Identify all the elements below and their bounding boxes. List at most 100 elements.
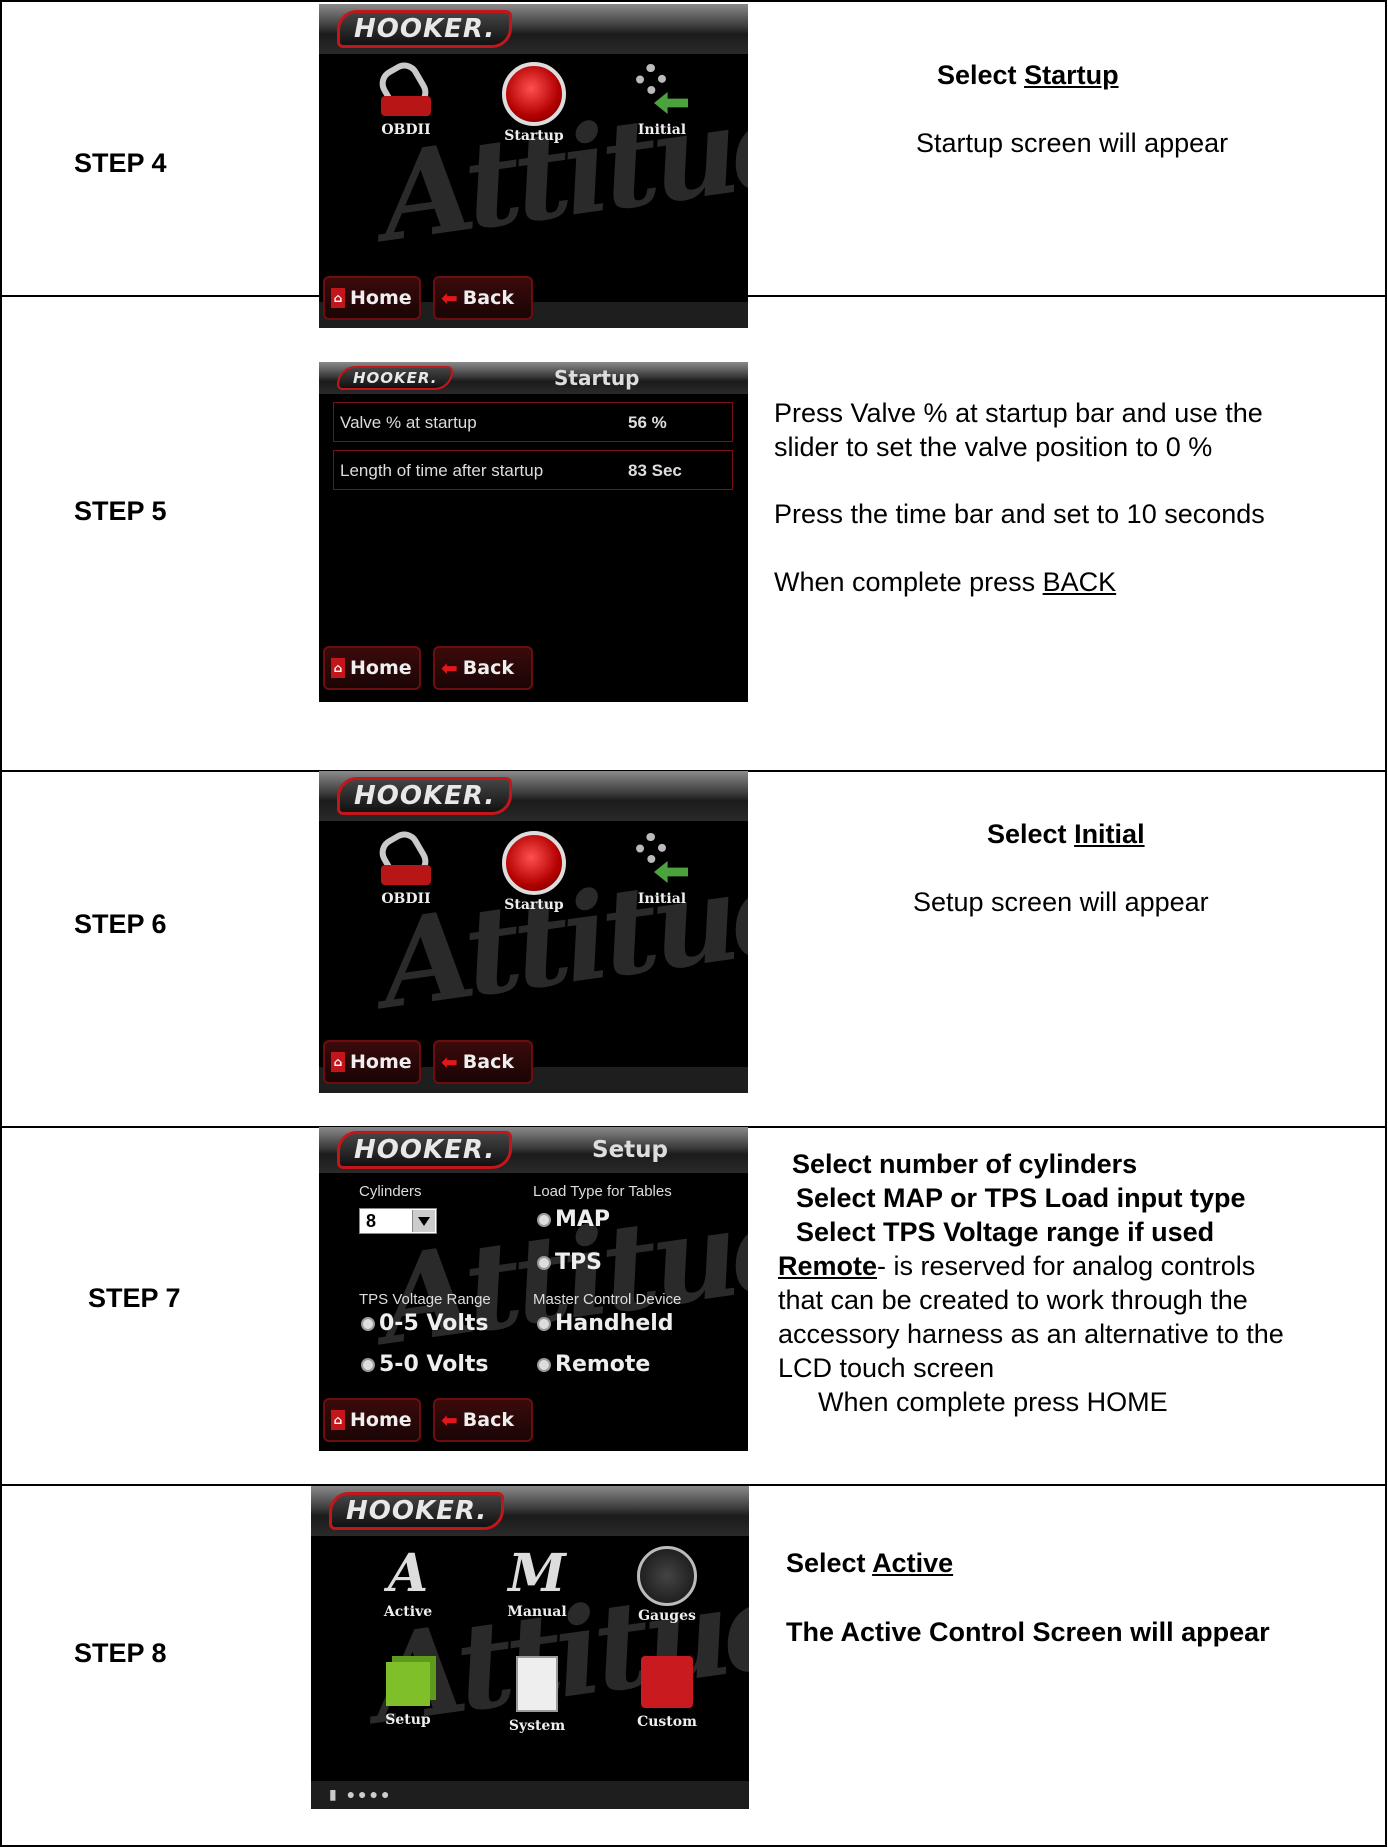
cylinders-label: Cylinders bbox=[359, 1183, 422, 1200]
menu-label: Active bbox=[383, 1604, 433, 1620]
row-divider bbox=[0, 0, 1387, 2]
radio-label: 0-5 Volts bbox=[379, 1311, 489, 1336]
home-button[interactable]: ⌂ Home bbox=[323, 1040, 421, 1084]
initial-menu-item[interactable]: Initial bbox=[617, 831, 707, 907]
map-radio[interactable]: MAP bbox=[537, 1207, 610, 1232]
back-arrow-icon: ⬅ bbox=[441, 286, 458, 310]
setup-menu-item[interactable]: Setup bbox=[363, 1652, 453, 1728]
bar-label: Valve % at startup bbox=[340, 413, 477, 432]
menu-label: System bbox=[508, 1718, 566, 1734]
chain-icon bbox=[377, 831, 435, 889]
device-screen-main-menu: Attitude HOOKER. OBDII Startup Initial ⌂… bbox=[319, 4, 748, 328]
obdii-menu-item[interactable]: OBDII bbox=[361, 62, 451, 138]
initial-link-text: Initial bbox=[1074, 819, 1145, 849]
cylinders-value: 8 bbox=[366, 1211, 377, 1231]
step-label: STEP 4 bbox=[74, 148, 167, 178]
home-label: Home bbox=[350, 657, 412, 679]
hooker-logo: HOOKER. bbox=[337, 10, 513, 48]
device-screen-startup: HOOKER. Startup Valve % at startup 56 % … bbox=[319, 362, 748, 702]
menu-label: OBDII bbox=[381, 891, 431, 907]
back-button[interactable]: ⬅ Back bbox=[433, 1398, 533, 1442]
time-after-startup-bar[interactable]: Length of time after startup 83 Sec bbox=[333, 450, 733, 490]
back-button[interactable]: ⬅ Back bbox=[433, 276, 533, 320]
step7-line2: Select MAP or TPS Load input type bbox=[796, 1183, 1246, 1213]
radio-label: Remote bbox=[555, 1352, 651, 1377]
bar-value: 83 Sec bbox=[628, 461, 682, 480]
step7-line3: Select TPS Voltage range if used bbox=[796, 1217, 1215, 1247]
master-control-label: Master Control Device bbox=[533, 1291, 682, 1308]
device-screen-home: Attitude HOOKER. A Active M Manual Gauge… bbox=[311, 1486, 749, 1809]
screen-title: Startup bbox=[554, 366, 640, 390]
remote-radio[interactable]: Remote bbox=[537, 1352, 650, 1377]
steps-table: STEP 4 Attitude HOOKER. OBDII Startup In… bbox=[0, 0, 1387, 1847]
step7-line7: LCD touch screen bbox=[778, 1353, 995, 1383]
menu-label: Manual bbox=[507, 1604, 567, 1620]
home-button[interactable]: ⌂ Home bbox=[323, 646, 421, 690]
gauge-icon bbox=[637, 1546, 697, 1606]
page-indicator-dots: ▮ ●●●● bbox=[329, 1786, 393, 1802]
menu-label: Gauges bbox=[638, 1608, 696, 1624]
home-button[interactable]: ⌂ Home bbox=[323, 1398, 421, 1442]
radio-label: TPS bbox=[555, 1250, 602, 1275]
menu-label: Custom bbox=[637, 1714, 697, 1730]
back-arrow-icon: ⬅ bbox=[441, 656, 458, 680]
valve-startup-bar[interactable]: Valve % at startup 56 % bbox=[333, 402, 733, 442]
chevron-down-icon bbox=[412, 1210, 435, 1232]
radio-label: 5-0 Volts bbox=[379, 1352, 489, 1377]
step4-note: Startup screen will appear bbox=[916, 128, 1229, 158]
startup-link-text: Startup bbox=[1024, 60, 1119, 90]
screen-title: Setup bbox=[592, 1137, 668, 1163]
hooker-logo: HOOKER. bbox=[337, 366, 454, 390]
step6-select-text: Select Initial bbox=[987, 817, 1145, 851]
load-type-label: Load Type for Tables bbox=[533, 1183, 672, 1200]
system-menu-item[interactable]: System bbox=[492, 1652, 582, 1734]
range-0-5-radio[interactable]: 0-5 Volts bbox=[361, 1311, 489, 1336]
home-label: Home bbox=[350, 287, 412, 309]
home-label: Home bbox=[350, 1409, 412, 1431]
radio-icon bbox=[537, 1358, 551, 1372]
remote-word: Remote bbox=[778, 1251, 878, 1281]
initial-menu-item[interactable]: Initial bbox=[617, 62, 707, 138]
step-label: STEP 7 bbox=[88, 1283, 181, 1313]
radio-icon bbox=[361, 1358, 375, 1372]
select-prefix: Select bbox=[987, 819, 1075, 849]
step5-line1: Press Valve % at startup bar and use the bbox=[774, 398, 1263, 428]
custom-folder-icon bbox=[641, 1656, 693, 1708]
tps-radio[interactable]: TPS bbox=[537, 1250, 602, 1275]
step7-line8: When complete press HOME bbox=[818, 1387, 1168, 1417]
gauges-menu-item[interactable]: Gauges bbox=[622, 1546, 712, 1624]
select-prefix: Select bbox=[786, 1548, 873, 1578]
back-arrow-icon: ⬅ bbox=[441, 1050, 458, 1074]
step5-line2: slider to set the valve position to 0 % bbox=[774, 432, 1213, 462]
active-menu-item[interactable]: A Active bbox=[363, 1546, 453, 1621]
back-button[interactable]: ⬅ Back bbox=[433, 1040, 533, 1084]
hooker-logo: HOOKER. bbox=[337, 777, 513, 815]
gears-icon bbox=[632, 62, 692, 120]
startup-menu-item[interactable]: Startup bbox=[489, 831, 579, 913]
step8-note: The Active Control Screen will appear bbox=[786, 1617, 1270, 1647]
select-prefix: Select bbox=[937, 60, 1025, 90]
home-button[interactable]: ⌂ Home bbox=[323, 276, 421, 320]
step7-line4: Remote- is reserved for analog controls bbox=[778, 1249, 1255, 1283]
obdii-menu-item[interactable]: OBDII bbox=[361, 831, 451, 907]
startup-menu-item[interactable]: Startup bbox=[489, 62, 579, 144]
back-label: Back bbox=[462, 1409, 514, 1431]
step4-select-text: Select Startup bbox=[937, 58, 1119, 92]
radio-icon bbox=[537, 1213, 551, 1227]
handheld-radio[interactable]: Handheld bbox=[537, 1311, 674, 1336]
document-icon bbox=[516, 1656, 558, 1712]
step8-select-text: Select Active bbox=[786, 1546, 953, 1580]
step7-line5: that can be created to work through the bbox=[778, 1285, 1248, 1315]
setup-green-icon bbox=[386, 1662, 430, 1706]
back-label: Back bbox=[462, 287, 514, 309]
range-5-0-radio[interactable]: 5-0 Volts bbox=[361, 1352, 489, 1377]
screen-header: HOOKER. Setup bbox=[319, 1127, 748, 1173]
cylinders-select[interactable]: 8 bbox=[359, 1208, 437, 1234]
step5-line4: When complete press BACK bbox=[774, 565, 1116, 599]
manual-menu-item[interactable]: M Manual bbox=[492, 1546, 582, 1621]
back-label: Back bbox=[462, 657, 514, 679]
menu-label: Initial bbox=[637, 122, 687, 138]
back-button[interactable]: ⬅ Back bbox=[433, 646, 533, 690]
line4-prefix: When complete press bbox=[774, 567, 1043, 597]
custom-menu-item[interactable]: Custom bbox=[622, 1652, 712, 1730]
